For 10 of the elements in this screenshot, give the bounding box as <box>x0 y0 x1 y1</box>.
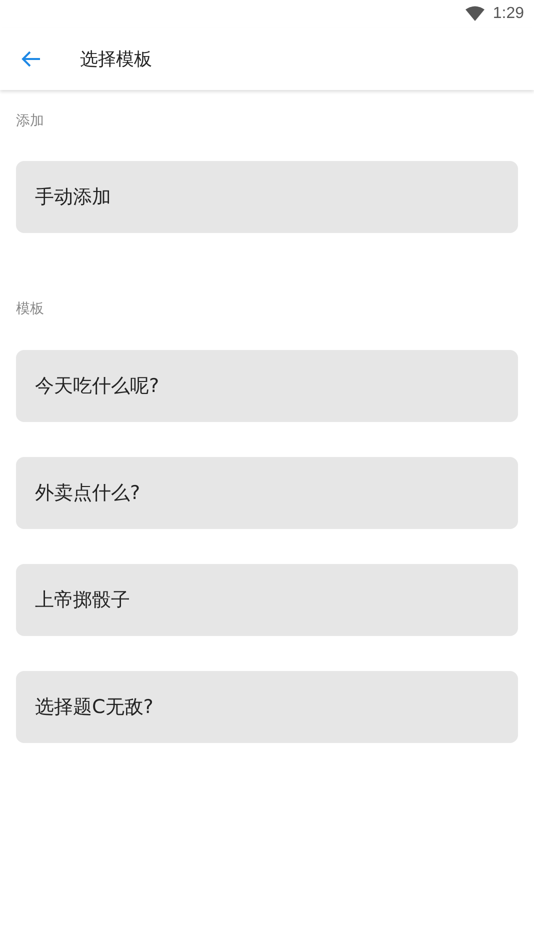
template-item[interactable]: 上帝掷骰子 <box>16 564 518 636</box>
section-header: 模板 <box>16 300 45 318</box>
wifi-icon <box>464 6 485 22</box>
status-time: 1:29 <box>492 5 524 23</box>
section-header: 添加 <box>16 112 45 130</box>
template-item[interactable]: 手动添加 <box>16 161 518 233</box>
screen-title: 选择模板 <box>80 48 152 71</box>
template-item[interactable]: 选择题C无敌? <box>16 671 518 743</box>
template-item[interactable]: 外卖点什么? <box>16 457 518 529</box>
template-item[interactable]: 今天吃什么呢? <box>16 350 518 422</box>
